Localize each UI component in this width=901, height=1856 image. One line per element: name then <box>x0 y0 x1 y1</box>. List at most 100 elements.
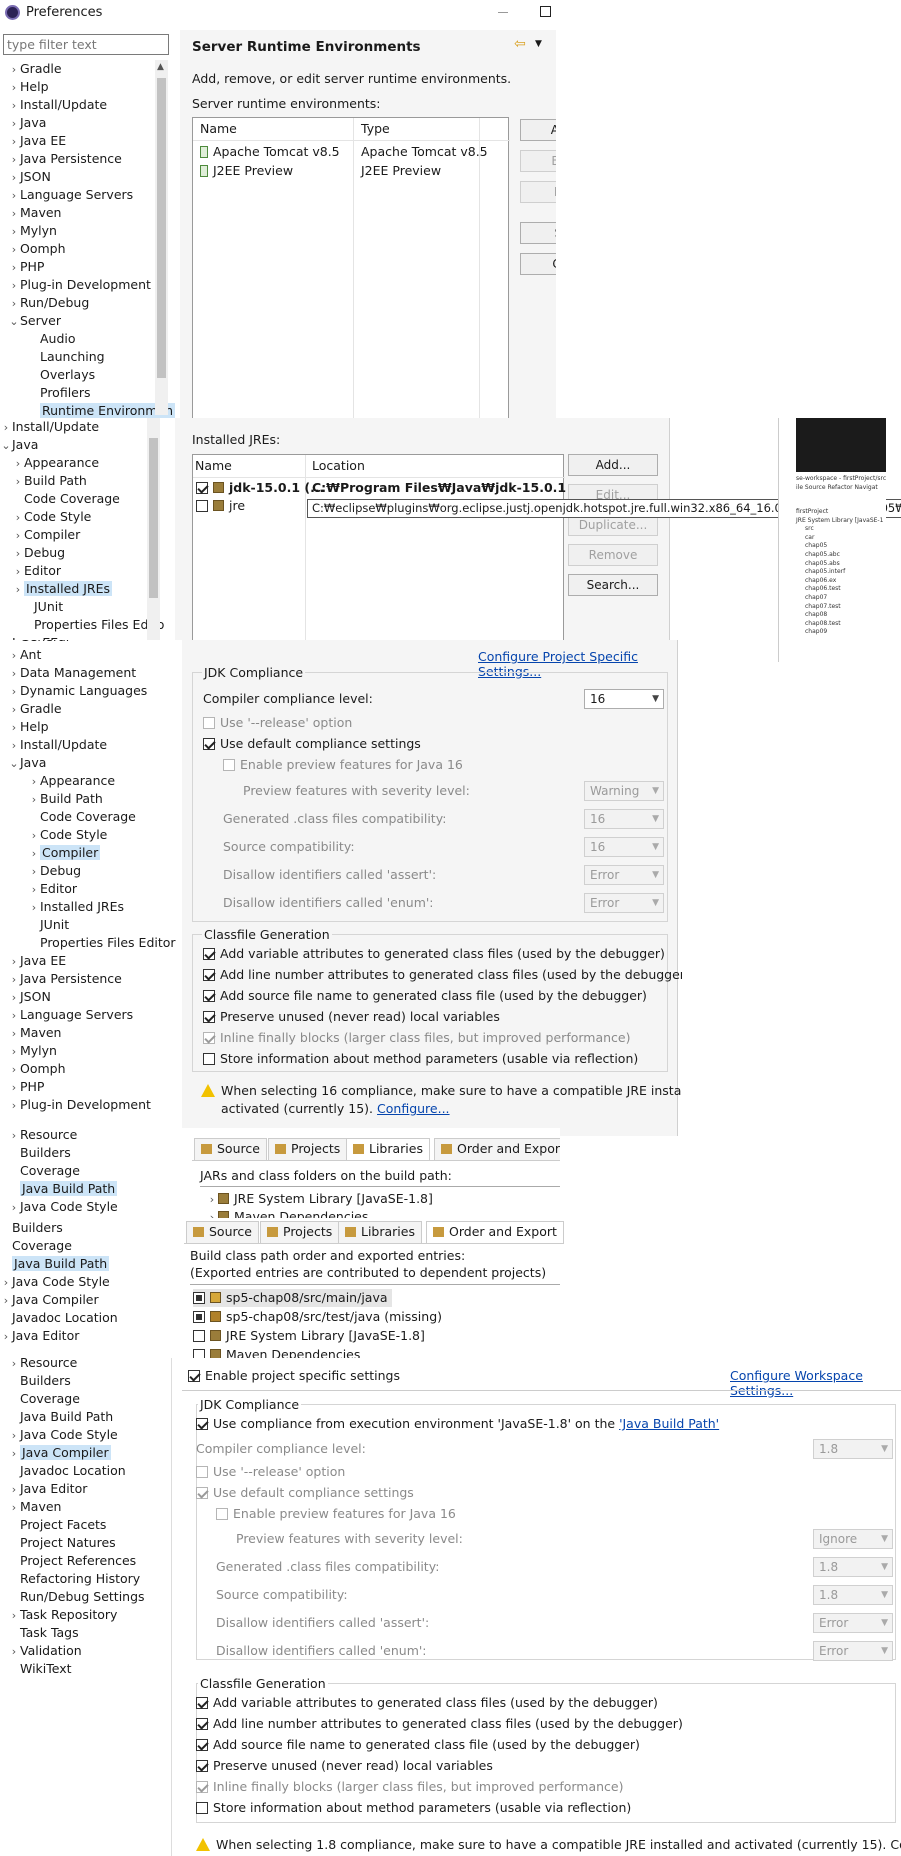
filter-input[interactable]: type filter text <box>3 34 169 55</box>
collapsed-icon[interactable]: › <box>8 1061 20 1079</box>
collapsed-icon[interactable]: › <box>8 97 20 115</box>
tree-item[interactable]: › Language Servers <box>8 186 133 204</box>
collapsed-icon[interactable]: › <box>28 863 40 881</box>
minimize-icon[interactable] <box>498 12 508 13</box>
tree-item[interactable]: › Run/Debug <box>8 294 90 313</box>
expanded-icon[interactable]: ⌄ <box>8 313 20 331</box>
tree-item[interactable]: › Appearance <box>12 454 99 472</box>
collapsed-icon[interactable]: › <box>12 455 24 473</box>
add-button[interactable]: Add... <box>568 454 658 476</box>
tree-item[interactable]: Project Natures <box>8 1534 116 1552</box>
collapsed-icon[interactable]: › <box>8 1427 20 1445</box>
collapsed-icon[interactable]: › <box>8 989 20 1007</box>
cf-checkbox[interactable]: Add source file name to generated class … <box>203 987 647 1005</box>
add-button[interactable]: A <box>520 119 556 141</box>
tree-item[interactable]: › Editor <box>28 880 77 898</box>
tree-item[interactable]: › Debug <box>12 544 65 562</box>
tree-item[interactable]: › Editor <box>12 562 61 580</box>
collapsed-icon[interactable]: › <box>8 1097 20 1115</box>
tree-item[interactable]: › Language Servers <box>8 1006 133 1024</box>
collapsed-icon[interactable]: › <box>8 1358 20 1373</box>
preview-severity-select[interactable]: Ignore ▼ <box>813 1529 893 1549</box>
tree-item[interactable]: ›Java Compiler <box>0 1291 99 1309</box>
enum-select[interactable]: Error ▼ <box>584 893 664 913</box>
tree-item[interactable]: › Help <box>8 78 49 96</box>
tree-item[interactable]: WikiText <box>8 1660 72 1678</box>
tree-item[interactable]: › Java Editor <box>8 1480 88 1498</box>
list-item[interactable]: JRE System Library [JavaSE-1.8] <box>193 1327 425 1345</box>
tree-item[interactable]: Java Build Path <box>8 1408 113 1426</box>
collapsed-icon[interactable]: › <box>8 647 20 665</box>
tree-item[interactable]: › Java Code Style <box>8 1198 118 1216</box>
jre-row[interactable]: jdk-15.0.1 (... <box>196 479 324 497</box>
collapsed-icon[interactable]: › <box>12 509 24 527</box>
collapsed-icon[interactable]: › <box>8 133 20 151</box>
collapsed-icon[interactable]: › <box>0 419 12 437</box>
cf-checkbox[interactable]: Add source file name to generated class … <box>196 1736 640 1754</box>
collapsed-icon[interactable]: › <box>8 295 20 313</box>
tree-item[interactable]: › Mylyn <box>8 222 57 240</box>
cf-checkbox[interactable]: Store information about method parameter… <box>196 1799 631 1817</box>
tree-item[interactable]: JUnit <box>28 916 69 934</box>
tree-item[interactable]: › Install/Update <box>8 96 107 114</box>
use-env-checkbox[interactable]: Use compliance from execution environmen… <box>196 1415 719 1433</box>
collapsed-icon[interactable]: › <box>8 1199 20 1217</box>
tree-item[interactable]: › Build Path <box>28 790 103 808</box>
tree-item[interactable]: Coverage <box>8 1390 80 1408</box>
collapsed-icon[interactable]: › <box>8 971 20 989</box>
expanded-icon[interactable]: ⌄ <box>8 755 20 773</box>
tab[interactable]: Source <box>194 1138 267 1160</box>
tree-item[interactable]: › Compiler <box>28 844 101 862</box>
tree-scrollbar[interactable]: ▲ <box>155 60 168 415</box>
tree-item[interactable]: Launching <box>28 348 105 366</box>
jre-checkbox[interactable] <box>196 500 208 512</box>
tree-item[interactable]: Refactoring History <box>8 1570 140 1588</box>
tree-item[interactable]: › Java Code Style <box>8 1426 118 1444</box>
tree-item[interactable]: › Install/Update <box>0 418 99 436</box>
tree-item[interactable]: › Debug <box>28 862 81 880</box>
tree-item[interactable]: › Gradle <box>8 700 62 718</box>
tree-item[interactable]: ›Java EE <box>8 952 66 970</box>
collapsed-icon[interactable]: › <box>8 79 20 97</box>
collapsed-icon[interactable]: › <box>8 259 20 277</box>
cf-checkbox[interactable]: Preserve unused (never read) local varia… <box>196 1757 493 1775</box>
tree-item[interactable]: › Install/Update <box>8 736 107 754</box>
release-option-checkbox[interactable]: Use '--release' option <box>196 1463 345 1481</box>
tree-item[interactable]: Overlays <box>28 366 95 384</box>
collapsed-icon[interactable]: › <box>8 115 20 133</box>
tree-item[interactable]: Code Coverage <box>28 808 136 826</box>
tree-item[interactable]: Java Build Path <box>0 1255 110 1273</box>
tree-item[interactable]: › Data Management <box>8 664 136 682</box>
compliance-level-select[interactable]: 16 ▼ <box>584 689 664 709</box>
collapsed-icon[interactable]: › <box>8 187 20 205</box>
use-default-compliance-checkbox[interactable]: Use default compliance settings <box>196 1484 414 1502</box>
enum-select[interactable]: Error ▼ <box>813 1641 893 1661</box>
cf-checkbox[interactable]: Add line number attributes to generated … <box>196 1715 683 1733</box>
collapsed-icon[interactable]: › <box>0 1328 12 1346</box>
collapsed-icon[interactable]: › <box>8 205 20 223</box>
tree-item[interactable]: Javadoc Location <box>8 1462 126 1480</box>
collapsed-icon[interactable]: › <box>28 881 40 899</box>
assert-select[interactable]: Error ▼ <box>813 1613 893 1633</box>
cf-checkbox[interactable]: Add line number attributes to generated … <box>203 966 682 984</box>
collapsed-icon[interactable]: › <box>8 737 20 755</box>
collapsed-icon[interactable]: › <box>8 151 20 169</box>
tree-item[interactable]: Run/Debug Settings <box>8 1588 145 1606</box>
tree-scrollbar[interactable] <box>147 418 160 644</box>
collapsed-icon[interactable]: › <box>8 277 20 295</box>
collapsed-icon[interactable]: › <box>8 1643 20 1661</box>
collapsed-icon[interactable]: › <box>8 169 20 187</box>
cf-checkbox[interactable]: Preserve unused (never read) local varia… <box>203 1008 500 1026</box>
collapsed-icon[interactable]: › <box>8 719 20 737</box>
cf-checkbox[interactable]: Add variable attributes to generated cla… <box>203 945 665 963</box>
tree-item[interactable]: Builders <box>0 1219 63 1237</box>
maximize-icon[interactable] <box>540 6 551 17</box>
collapsed-icon[interactable]: › <box>12 563 24 581</box>
tree-item[interactable]: ⌄Java <box>8 754 46 772</box>
collapsed-icon[interactable]: › <box>28 791 40 809</box>
tree-item[interactable]: Project References <box>8 1552 136 1570</box>
cf-checkbox[interactable]: Store information about method parameter… <box>203 1050 638 1068</box>
collapsed-icon[interactable]: › <box>8 1445 20 1463</box>
tree-item[interactable]: Javadoc Location <box>0 1309 118 1327</box>
tree-item[interactable]: Builders <box>8 1372 71 1390</box>
